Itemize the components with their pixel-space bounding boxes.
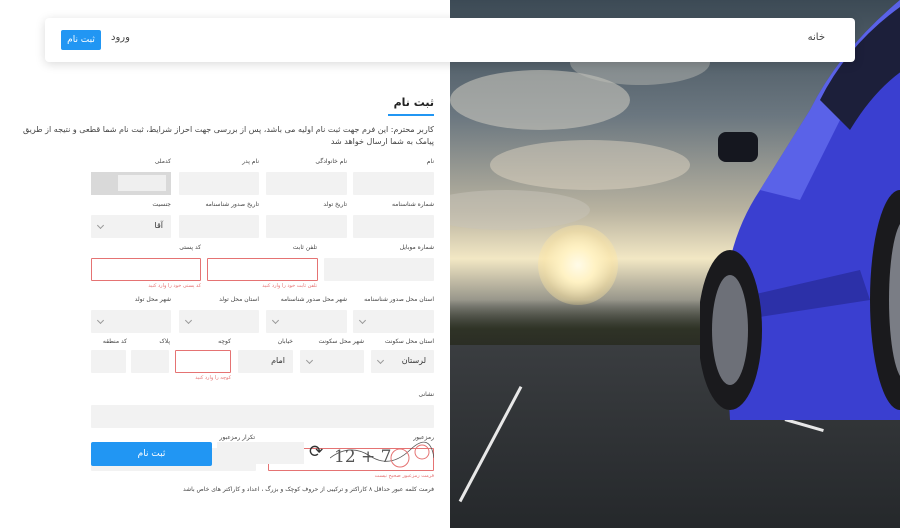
birth-city-select[interactable] bbox=[91, 310, 171, 333]
last-name-label: نام خانوادگی bbox=[315, 158, 347, 165]
mobile-input[interactable] bbox=[324, 258, 434, 281]
postal-code-label: کد پستی bbox=[179, 244, 201, 251]
blue-car bbox=[700, 0, 900, 420]
id-number-input[interactable] bbox=[353, 215, 434, 238]
captcha-image: 12 + 7 bbox=[330, 441, 434, 468]
postal-code-input[interactable] bbox=[91, 258, 201, 281]
area-code-input[interactable] bbox=[91, 350, 126, 373]
first-name-input[interactable] bbox=[353, 172, 434, 195]
birth-province-select[interactable] bbox=[179, 310, 259, 333]
id-issue-date-label: تاریخ صدور شناسنامه bbox=[205, 201, 259, 208]
nav-home-link[interactable]: خانه bbox=[808, 32, 825, 43]
phone-input[interactable] bbox=[207, 258, 318, 281]
street-prefix: امام bbox=[271, 356, 285, 365]
father-name-input[interactable] bbox=[179, 172, 259, 195]
first-name-label: نام bbox=[426, 158, 434, 165]
phone-error: تلفن ثابت خود را وارد کنید bbox=[262, 283, 317, 289]
birth-date-input[interactable] bbox=[266, 215, 347, 238]
password-hint: فرمت کلمه عبور حداقل ۸ کاراکتر و ترکیبی … bbox=[182, 486, 434, 493]
submit-button[interactable]: ثبت نام bbox=[91, 442, 212, 466]
birth-city-label: شهر محل تولد bbox=[134, 296, 171, 303]
res-province-select[interactable]: لرستان bbox=[371, 350, 434, 373]
national-code-label: کدملی bbox=[154, 158, 171, 165]
plaque-input[interactable] bbox=[131, 350, 169, 373]
refresh-icon[interactable]: ⟳ bbox=[309, 442, 323, 462]
plaque-label: پلاک bbox=[159, 338, 170, 345]
area-code-label: کد منطقه bbox=[102, 338, 127, 345]
id-issue-date-input[interactable] bbox=[179, 215, 259, 238]
street-label: خیابان bbox=[277, 338, 293, 345]
issue-city-label: شهر محل صدور شناسنامه bbox=[280, 296, 347, 303]
password-error: فرمت رمزعبور صحیح نیست bbox=[374, 473, 434, 479]
last-name-input[interactable] bbox=[266, 172, 347, 195]
phone-label: تلفن ثابت bbox=[292, 244, 317, 251]
nav-login-link[interactable]: ورود bbox=[111, 32, 130, 43]
captcha-text: 12 + 7 bbox=[334, 447, 392, 467]
alley-label: کوچه bbox=[218, 338, 231, 345]
nav-register-button[interactable]: ثبت نام bbox=[61, 30, 101, 50]
intro-text: کاربر محترم: این فرم جهت ثبت نام اولیه م… bbox=[22, 125, 434, 146]
national-code-input[interactable] bbox=[91, 172, 171, 195]
birth-province-label: استان محل تولد bbox=[219, 296, 259, 303]
gender-label: جنسیت bbox=[152, 201, 171, 208]
alley-input[interactable] bbox=[175, 350, 231, 373]
res-city-select[interactable] bbox=[300, 350, 364, 373]
hero-car-image bbox=[450, 0, 900, 528]
street-input[interactable]: امام bbox=[238, 350, 293, 373]
captcha-input[interactable] bbox=[217, 442, 304, 464]
sun-glow bbox=[538, 225, 618, 305]
title-underline bbox=[388, 114, 434, 116]
birth-date-label: تاریخ تولد bbox=[323, 201, 347, 208]
postal-code-error: کد پستی خود را وارد کنید bbox=[148, 283, 201, 289]
page-title: ثبت نام bbox=[393, 96, 434, 109]
alley-error: کوچه را وارد کنید bbox=[195, 375, 231, 381]
issue-province-select[interactable] bbox=[353, 310, 434, 333]
password-repeat-label: تکرار رمزعبور bbox=[219, 434, 255, 441]
top-navbar: خانه ورود ثبت نام bbox=[45, 18, 855, 62]
address-label: نشانی bbox=[418, 391, 434, 398]
mobile-label: شماره موبایل bbox=[399, 244, 434, 251]
res-city-label: شهر محل سکونت bbox=[318, 338, 364, 345]
issue-city-select[interactable] bbox=[266, 310, 347, 333]
gender-select[interactable]: آقا bbox=[91, 215, 171, 238]
res-province-label: استان محل سکونت bbox=[384, 338, 434, 345]
id-number-label: شماره شناسنامه bbox=[391, 201, 434, 208]
father-name-label: نام پدر bbox=[242, 158, 259, 165]
gender-value: آقا bbox=[154, 221, 163, 230]
issue-province-label: استان محل صدور شناسنامه bbox=[364, 296, 434, 303]
address-input[interactable] bbox=[91, 405, 434, 428]
res-province-value: لرستان bbox=[401, 356, 426, 365]
